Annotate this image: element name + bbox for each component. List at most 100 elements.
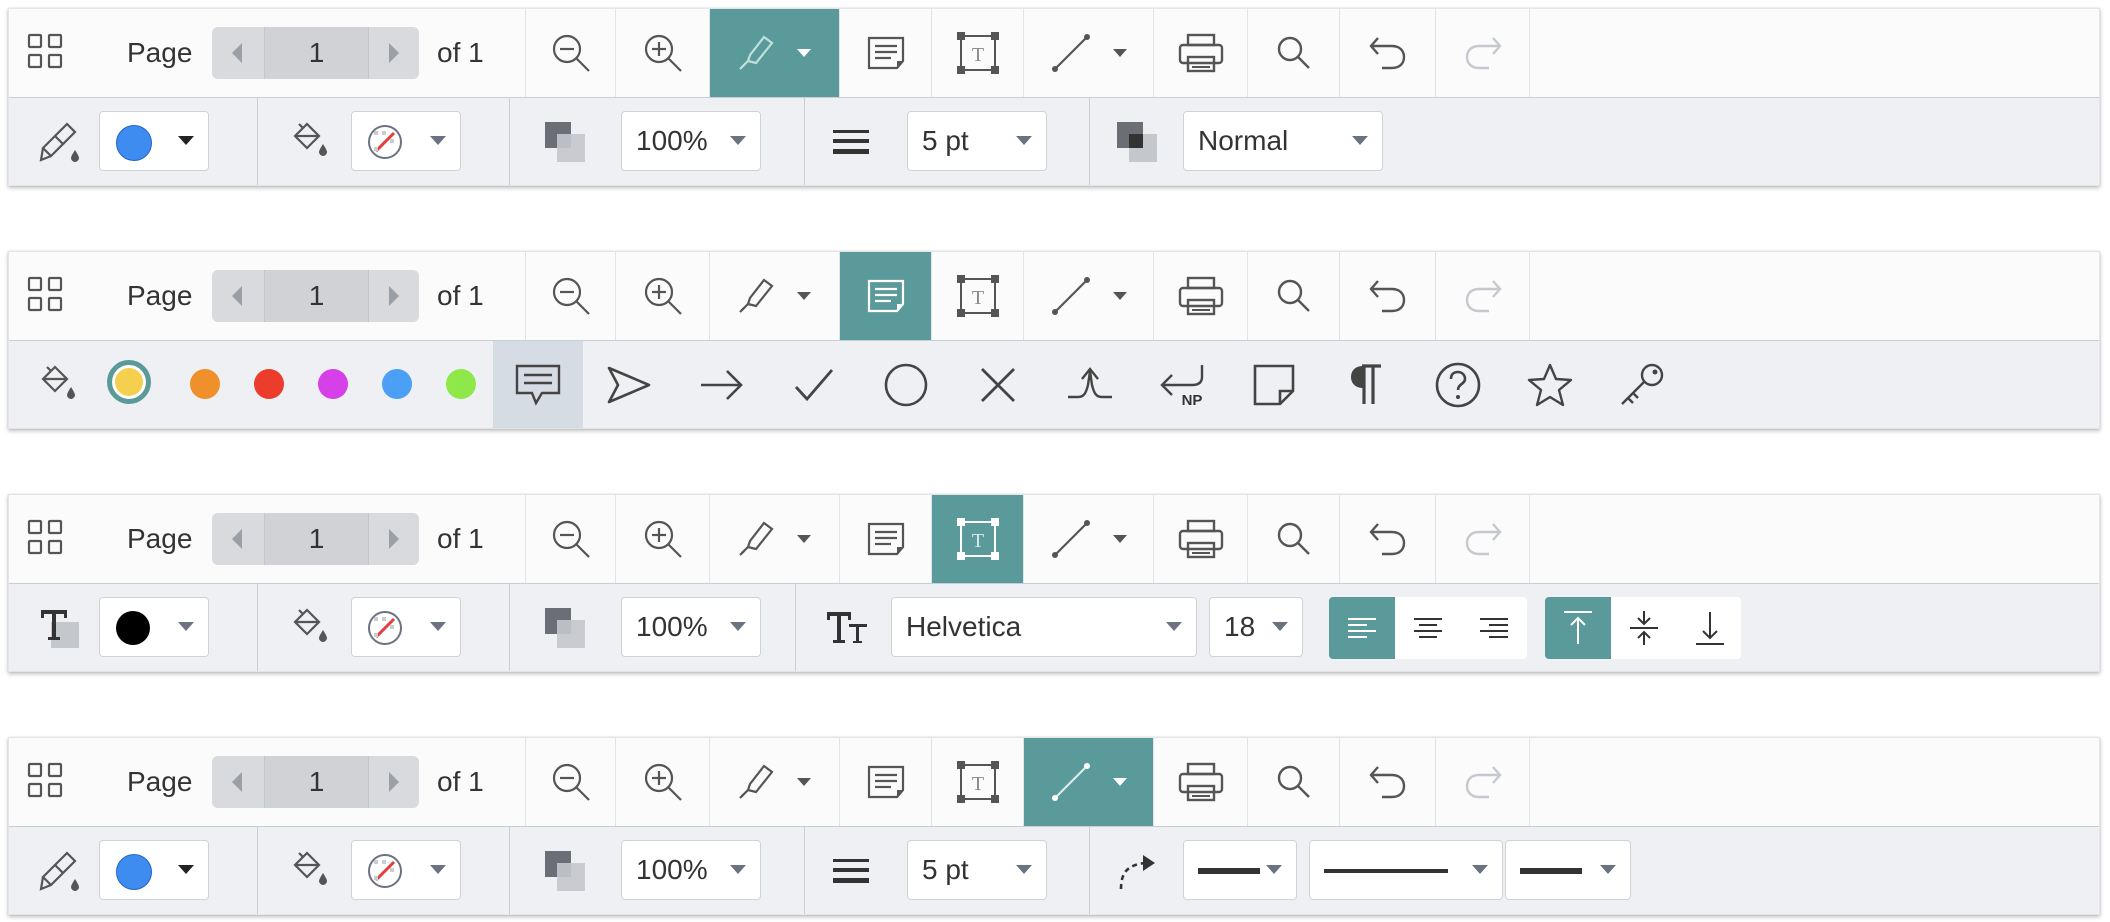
zoom-in-button[interactable] <box>615 738 710 826</box>
previous-page-button[interactable] <box>212 513 262 565</box>
zoom-out-button[interactable] <box>525 495 616 583</box>
print-button[interactable] <box>1153 9 1248 97</box>
note-tool-button[interactable] <box>839 738 932 826</box>
fill-color-dropdown[interactable] <box>351 597 461 657</box>
print-button[interactable] <box>1153 252 1248 340</box>
next-page-button[interactable] <box>369 27 419 79</box>
print-button[interactable] <box>1153 495 1248 583</box>
align-right-button[interactable] <box>1461 597 1527 659</box>
align-middle-button[interactable] <box>1611 597 1677 659</box>
print-button[interactable] <box>1153 738 1248 826</box>
note-color-yellow[interactable] <box>107 360 151 404</box>
note-tool-button[interactable] <box>839 495 932 583</box>
line-tool-button[interactable] <box>1023 738 1154 826</box>
note-color-red[interactable] <box>254 369 284 399</box>
stroke-color-dropdown[interactable] <box>99 840 209 900</box>
cross-icon[interactable] <box>953 341 1043 428</box>
zoom-in-button[interactable] <box>615 495 710 583</box>
zoom-in-button[interactable] <box>615 252 710 340</box>
redo-button[interactable] <box>1435 9 1530 97</box>
zoom-out-button[interactable] <box>525 738 616 826</box>
note-color-orange[interactable] <box>190 369 220 399</box>
arrow-right-icon[interactable] <box>677 341 767 428</box>
line-start-style-dropdown[interactable] <box>1183 840 1297 900</box>
check-icon[interactable] <box>769 341 859 428</box>
highlighter-tool-button[interactable] <box>709 9 840 97</box>
align-center-icon <box>1414 618 1442 638</box>
stroke-width-dropdown[interactable]: 5 pt <box>907 840 1047 900</box>
page-number-input[interactable]: 1 <box>264 513 369 565</box>
font-size-dropdown[interactable]: 18 <box>1209 597 1303 657</box>
key-icon[interactable] <box>1597 341 1687 428</box>
note-tool-button[interactable] <box>839 9 932 97</box>
help-icon[interactable] <box>1413 341 1503 428</box>
text-box-tool-button[interactable]: T <box>931 252 1024 340</box>
opacity-dropdown[interactable]: 100% <box>621 597 761 657</box>
new-paragraph-icon[interactable]: NP <box>1137 341 1227 428</box>
align-left-button[interactable] <box>1329 597 1395 659</box>
next-page-button[interactable] <box>369 513 419 565</box>
highlighter-tool-button[interactable] <box>709 495 840 583</box>
paragraph-icon[interactable] <box>1321 341 1411 428</box>
text-box-tool-button[interactable]: T <box>931 495 1024 583</box>
undo-button[interactable] <box>1339 9 1436 97</box>
highlighter-tool-button[interactable] <box>709 738 840 826</box>
text-box-tool-button[interactable]: T <box>931 738 1024 826</box>
thumbnails-grid-icon[interactable] <box>27 33 65 71</box>
line-tool-button[interactable] <box>1023 495 1154 583</box>
line-end-style-dropdown[interactable] <box>1505 840 1631 900</box>
fill-color-dropdown[interactable] <box>351 111 461 171</box>
fill-color-dropdown[interactable] <box>351 840 461 900</box>
star-icon[interactable] <box>1505 341 1595 428</box>
stroke-width-dropdown[interactable]: 5 pt <box>907 111 1047 171</box>
text-color-dropdown[interactable] <box>99 597 209 657</box>
comment-icon[interactable] <box>493 341 583 428</box>
zoom-in-button[interactable] <box>615 9 710 97</box>
redo-button[interactable] <box>1435 252 1530 340</box>
redo-button[interactable] <box>1435 738 1530 826</box>
previous-page-button[interactable] <box>212 270 262 322</box>
thumbnails-grid-icon[interactable] <box>27 762 65 800</box>
previous-page-button[interactable] <box>212 27 262 79</box>
note-color-blue[interactable] <box>382 369 412 399</box>
note-color-lime[interactable] <box>446 369 476 399</box>
align-bottom-button[interactable] <box>1677 597 1741 659</box>
page-number-input[interactable]: 1 <box>264 27 369 79</box>
previous-page-button[interactable] <box>212 756 262 808</box>
next-page-button[interactable] <box>369 270 419 322</box>
line-tool-button[interactable] <box>1023 252 1154 340</box>
search-button[interactable] <box>1247 9 1340 97</box>
send-icon[interactable] <box>584 341 674 428</box>
thumbnails-grid-icon[interactable] <box>27 276 65 314</box>
undo-button[interactable] <box>1339 252 1436 340</box>
sticky-note-icon[interactable] <box>1229 341 1319 428</box>
redo-button[interactable] <box>1435 495 1530 583</box>
zoom-out-button[interactable] <box>525 9 616 97</box>
opacity-dropdown[interactable]: 100% <box>621 111 761 171</box>
opacity-dropdown[interactable]: 100% <box>621 840 761 900</box>
note-color-magenta[interactable] <box>318 369 348 399</box>
undo-button[interactable] <box>1339 495 1436 583</box>
undo-button[interactable] <box>1339 738 1436 826</box>
highlighter-tool-button[interactable] <box>709 252 840 340</box>
search-button[interactable] <box>1247 495 1340 583</box>
note-tool-button[interactable] <box>839 252 932 340</box>
thumbnails-grid-icon[interactable] <box>27 519 65 557</box>
page-number-input[interactable]: 1 <box>264 270 369 322</box>
text-box-tool-button[interactable]: T <box>931 9 1024 97</box>
search-button[interactable] <box>1247 738 1340 826</box>
line-tool-button[interactable] <box>1023 9 1154 97</box>
next-page-button[interactable] <box>369 756 419 808</box>
search-button[interactable] <box>1247 252 1340 340</box>
insert-icon[interactable] <box>1045 341 1135 428</box>
circle-icon[interactable] <box>861 341 951 428</box>
font-size-value: 18 <box>1224 611 1256 642</box>
line-dash-style-dropdown[interactable] <box>1309 840 1503 900</box>
align-center-button[interactable] <box>1395 597 1461 659</box>
blend-mode-dropdown[interactable]: Normal <box>1183 111 1383 171</box>
font-family-dropdown[interactable]: Helvetica <box>891 597 1197 657</box>
zoom-out-button[interactable] <box>525 252 616 340</box>
stroke-color-dropdown[interactable] <box>99 111 209 171</box>
page-number-input[interactable]: 1 <box>264 756 369 808</box>
align-top-button[interactable] <box>1545 597 1611 659</box>
